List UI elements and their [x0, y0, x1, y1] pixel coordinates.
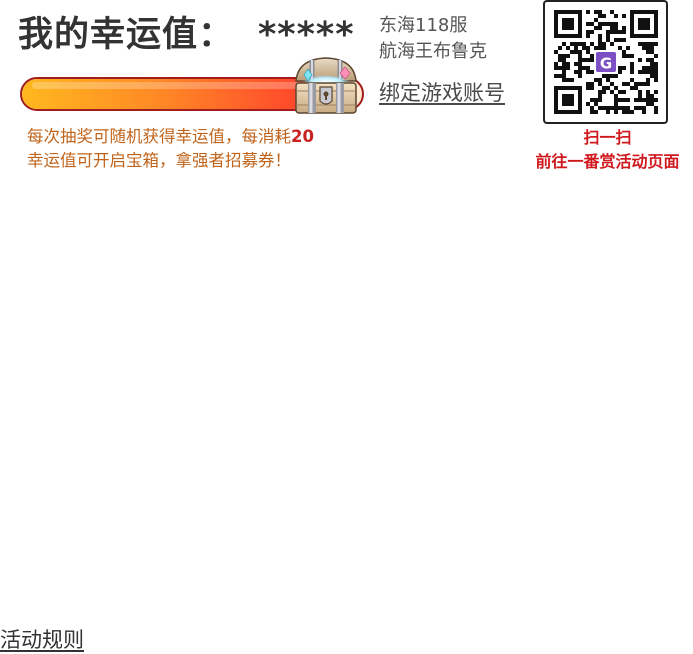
qr-center-logo: G: [600, 54, 612, 72]
server-name: 东海118服: [379, 15, 468, 36]
luck-title: 我的幸运值：: [18, 15, 235, 55]
treasure-chest-icon[interactable]: [290, 55, 362, 117]
character-name: 航海王布鲁克: [379, 41, 487, 62]
qr-caption-scan: 扫一扫: [583, 128, 632, 147]
description-text-2: 幸运值可开启宝箱，拿强者招募券！: [27, 151, 291, 170]
bind-account-link[interactable]: 绑定游戏账号: [379, 79, 505, 107]
qr-code: G: [543, 0, 668, 124]
luck-value: *****: [258, 15, 355, 55]
description-text-1: 每次抽奖可随机获得幸运值，每消耗: [27, 127, 291, 146]
qr-caption-destination: 前往一番赏活动页面: [535, 152, 680, 171]
luck-panel: 我的幸运值： ***** 每次抽奖可随机获得幸运值，每消耗20 幸运值可开启宝箱…: [0, 0, 693, 654]
qr-code-icon: G: [554, 10, 658, 114]
luck-progress-fill: [22, 79, 322, 109]
description-number: 20: [291, 127, 314, 146]
luck-description: 每次抽奖可随机获得幸运值，每消耗20 幸运值可开启宝箱，拿强者招募券！: [27, 125, 367, 173]
activity-rules-link[interactable]: 活动规则: [0, 626, 84, 654]
